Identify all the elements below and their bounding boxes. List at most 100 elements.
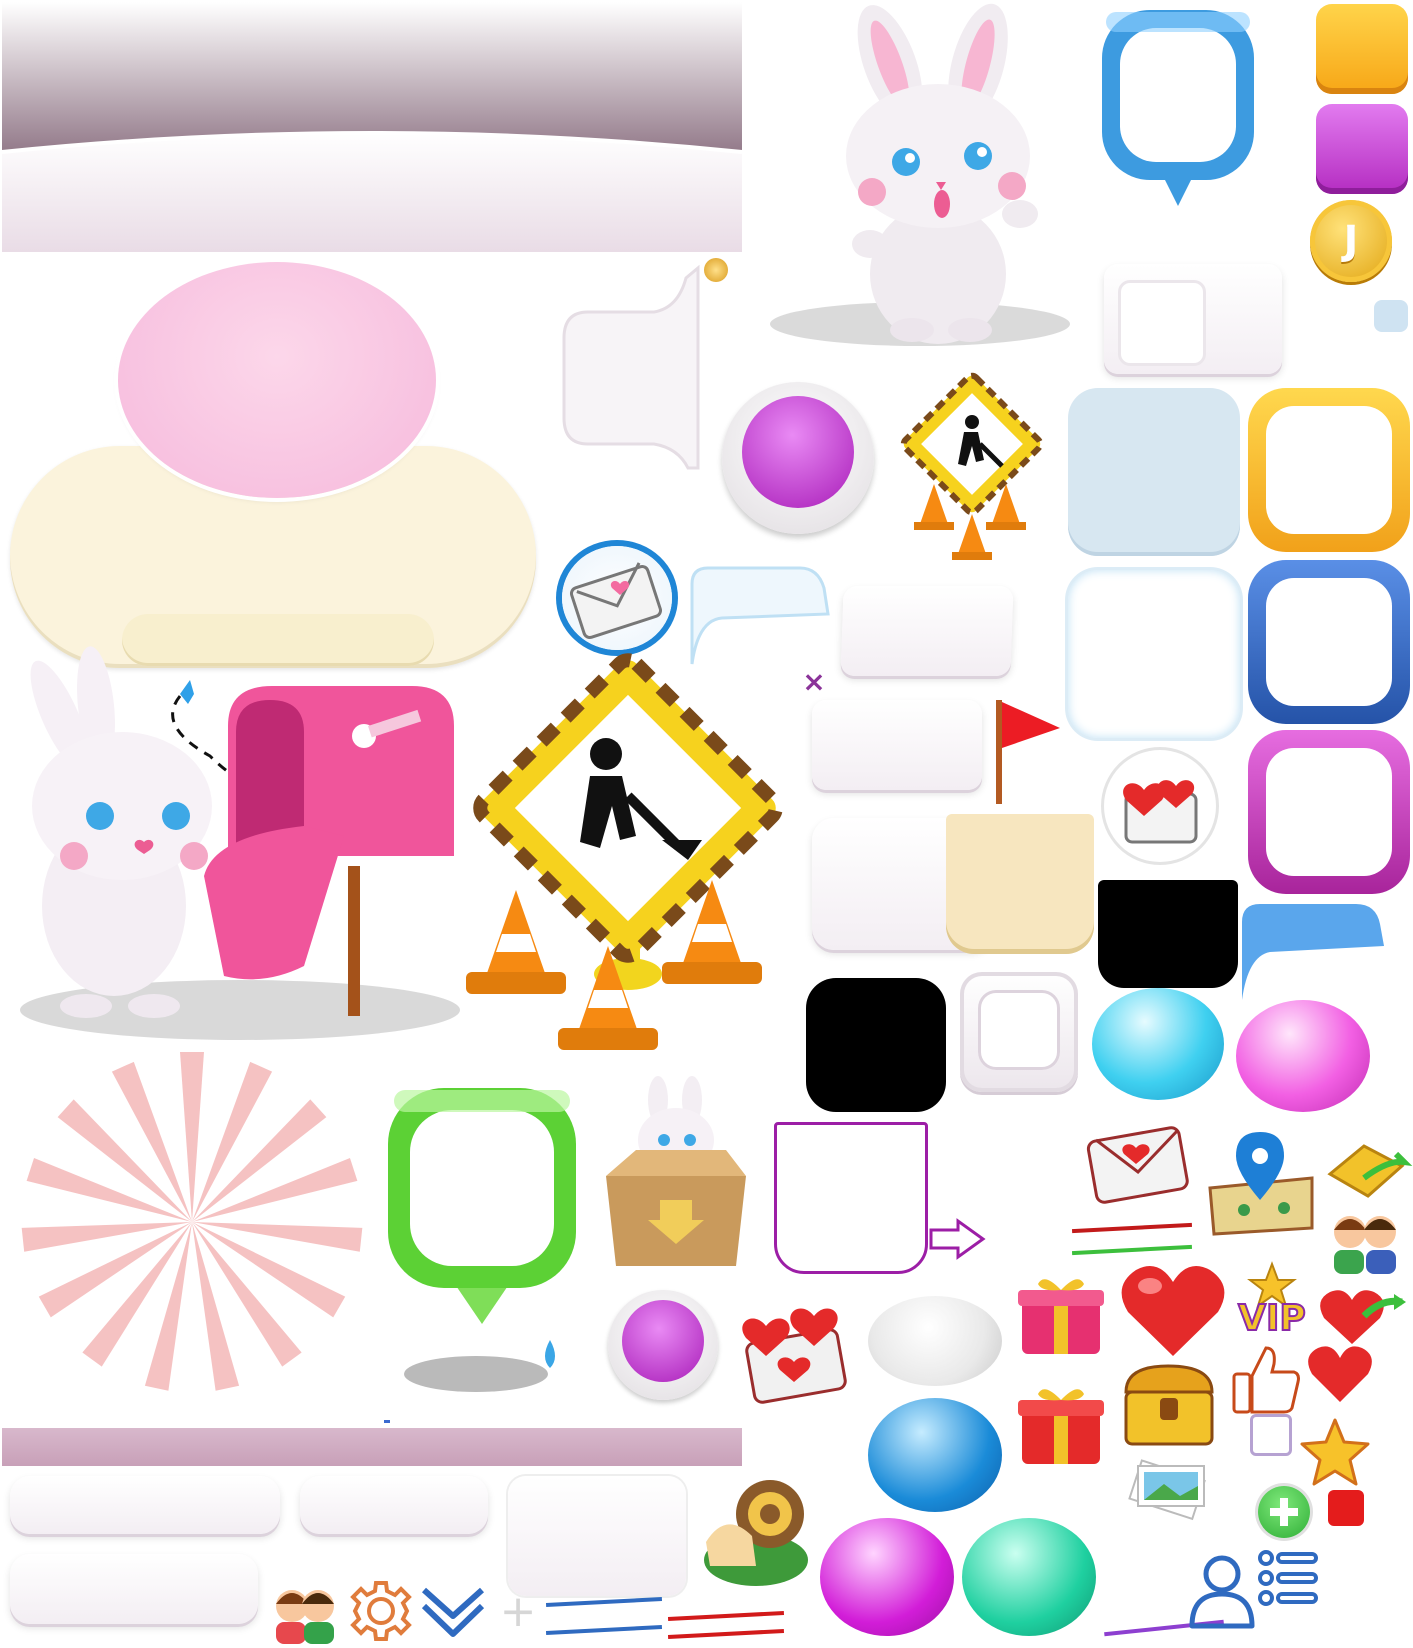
pink-gem-button[interactable] bbox=[1236, 1000, 1370, 1112]
purple-small-button[interactable] bbox=[608, 1290, 718, 1400]
divider-red-2 bbox=[667, 1628, 785, 1640]
gift-box-icon[interactable] bbox=[1016, 1272, 1106, 1358]
plus-circle-glyph bbox=[1270, 1498, 1298, 1526]
gift-box-icon-2-art bbox=[1018, 1389, 1104, 1464]
header-wave-shape bbox=[1, 2, 743, 252]
divider-blue-1 bbox=[545, 1596, 663, 1608]
teal-gem-button[interactable] bbox=[962, 1518, 1096, 1636]
heart-large-art bbox=[1121, 1266, 1225, 1356]
footer-dot bbox=[384, 1420, 390, 1423]
bunny-in-box-icon bbox=[596, 1076, 756, 1270]
divider-red-1 bbox=[667, 1610, 785, 1622]
navy-square-frame bbox=[1248, 560, 1410, 724]
sky-panel bbox=[1068, 388, 1240, 556]
white-button-2[interactable] bbox=[812, 700, 982, 790]
red-square-icon[interactable] bbox=[1328, 1490, 1364, 1526]
ticket-icon-art bbox=[1327, 1144, 1413, 1198]
magenta-square-frame bbox=[1248, 730, 1410, 894]
bunny-in-box-art bbox=[606, 1076, 746, 1266]
white-pill-button-3[interactable] bbox=[10, 1554, 258, 1624]
user-icon[interactable] bbox=[1186, 1552, 1258, 1630]
envelope-heart-icon[interactable] bbox=[1086, 1122, 1192, 1210]
menu-list-icon[interactable] bbox=[1258, 1548, 1318, 1610]
star-icon[interactable] bbox=[1300, 1418, 1370, 1486]
divider-blue-2 bbox=[545, 1624, 663, 1636]
map-pin-icon[interactable] bbox=[1204, 1128, 1318, 1236]
hearts-envelope-art bbox=[1123, 780, 1198, 844]
hearts-envelope-badge bbox=[1104, 750, 1216, 862]
thumbs-up-art bbox=[1232, 1346, 1300, 1414]
white-square-button[interactable] bbox=[508, 1476, 686, 1596]
mailbox-bunny-illustration bbox=[4, 646, 464, 1046]
cyan-gem-button[interactable] bbox=[1092, 988, 1224, 1100]
plus-icon[interactable]: + bbox=[496, 1590, 540, 1634]
blue-tab-right-art bbox=[1242, 904, 1384, 1000]
green-avatar-frame bbox=[384, 1084, 584, 1392]
blue-avatar-frame-art bbox=[1102, 10, 1254, 206]
blue-avatar-frame bbox=[1098, 6, 1258, 256]
water-drop-art bbox=[545, 1340, 555, 1368]
vip-label: VIP bbox=[1237, 1297, 1307, 1340]
gold-coin-icon: J bbox=[1310, 200, 1392, 282]
plus-circle-button[interactable] bbox=[1258, 1486, 1310, 1538]
bunny-mascot-art bbox=[770, 3, 1070, 346]
dialog-pink-oval bbox=[118, 262, 436, 498]
blue-tab-curve-art bbox=[690, 566, 830, 665]
white-pill-button-1[interactable] bbox=[10, 1476, 280, 1534]
close-x-glyph: × bbox=[802, 665, 826, 698]
treasure-chest-icon[interactable] bbox=[1118, 1362, 1220, 1450]
thumbs-up-icon[interactable] bbox=[1230, 1342, 1302, 1416]
mail-badge-envelope bbox=[569, 562, 663, 640]
blue-tab-right bbox=[1240, 900, 1388, 1000]
gift-box-icon-2[interactable] bbox=[1016, 1380, 1106, 1468]
checkbox-empty[interactable] bbox=[1250, 1414, 1292, 1456]
arrow-right-icon[interactable] bbox=[928, 1218, 986, 1260]
gold-square-frame-hole bbox=[1266, 406, 1392, 534]
construction-sign-small bbox=[892, 372, 1052, 574]
purple-round-button[interactable] bbox=[722, 382, 874, 534]
white-square-frame bbox=[960, 972, 1078, 1092]
magenta-gem-button[interactable] bbox=[820, 1518, 954, 1636]
bunny-mascot bbox=[740, 3, 1100, 364]
coin-letter: J bbox=[1343, 218, 1359, 264]
blue-gem-button[interactable] bbox=[868, 1398, 1002, 1512]
vip-badge-icon[interactable]: VIP bbox=[1226, 1261, 1318, 1344]
friends-icon[interactable] bbox=[270, 1582, 340, 1646]
gear-icon[interactable] bbox=[350, 1580, 412, 1642]
close-x-icon[interactable]: × bbox=[800, 668, 828, 696]
heart-arrow-art bbox=[1320, 1290, 1406, 1344]
sunburst-rays bbox=[2, 1046, 382, 1391]
heart-icon-small[interactable] bbox=[1306, 1344, 1374, 1404]
construction-sign-large-art bbox=[466, 653, 783, 1050]
white-pill-button-2[interactable] bbox=[300, 1476, 488, 1534]
friends-icon-art bbox=[276, 1590, 334, 1644]
snail-house-icon bbox=[696, 1470, 816, 1590]
plus-glyph: + bbox=[499, 1586, 537, 1637]
white-button-1[interactable] bbox=[840, 586, 1014, 676]
photos-icon[interactable] bbox=[1124, 1459, 1216, 1522]
ticket-icon[interactable] bbox=[1324, 1140, 1413, 1202]
heart-arrow-icon[interactable] bbox=[1318, 1286, 1408, 1348]
check-chevron-icon[interactable] bbox=[418, 1576, 488, 1642]
black-mask-large bbox=[806, 978, 946, 1112]
navy-square-frame-hole bbox=[1266, 578, 1392, 706]
speech-tab-panel bbox=[558, 264, 700, 470]
flag-icon bbox=[994, 696, 1064, 806]
arrow-right-art bbox=[929, 1218, 986, 1260]
heart-icon-large[interactable] bbox=[1118, 1260, 1228, 1360]
gold-square-frame bbox=[1248, 388, 1410, 552]
construction-sign-small-art bbox=[900, 372, 1044, 560]
purple-small-button-core bbox=[622, 1300, 704, 1382]
gear-icon-art bbox=[350, 1581, 412, 1641]
white-gem-button[interactable] bbox=[868, 1296, 1002, 1386]
white-square-frame-hole bbox=[978, 990, 1060, 1070]
magenta-square-frame-hole bbox=[1266, 748, 1392, 876]
black-mask-tile bbox=[1098, 880, 1238, 988]
header-wave-banner bbox=[1, 2, 743, 252]
footer-banner bbox=[2, 1428, 742, 1466]
check-chevron-art bbox=[421, 1587, 485, 1637]
blue-tab-curve bbox=[682, 564, 832, 665]
purple-round-button-core bbox=[742, 396, 854, 508]
mail-badge-button[interactable] bbox=[562, 546, 672, 650]
snail-house-art bbox=[704, 1480, 808, 1586]
